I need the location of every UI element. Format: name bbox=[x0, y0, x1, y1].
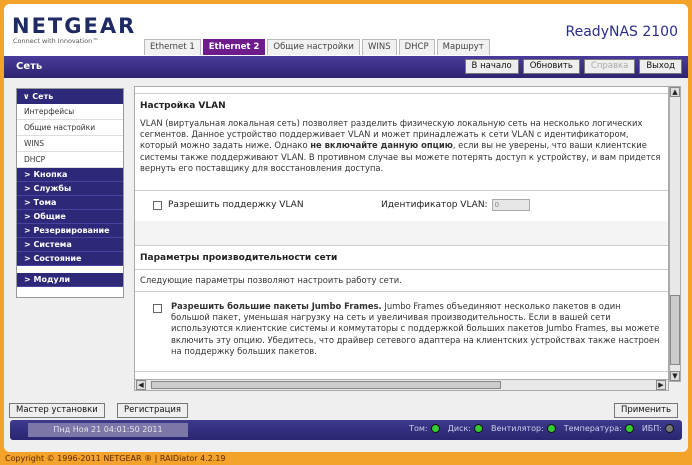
status-label: ИБП: bbox=[641, 424, 662, 433]
sidebar-item-general-settings[interactable]: Общие настройки bbox=[17, 120, 123, 136]
sidebar-item-label: Кнопка bbox=[33, 170, 68, 179]
sidebar-item-modules[interactable]: > Модули bbox=[17, 273, 123, 287]
vlan-description: VLAN (виртуальная локальная сеть) позвол… bbox=[140, 118, 662, 174]
performance-section-title: Параметры производительности сети bbox=[140, 253, 338, 263]
sidebar-item-backup[interactable]: > Резервирование bbox=[17, 224, 123, 238]
tab-ethernet-2[interactable]: Ethernet 2 bbox=[202, 39, 266, 55]
status-indicators: Том: Диск: Вентилятор: Температура: ИБП: bbox=[409, 424, 674, 433]
divider bbox=[135, 245, 668, 246]
logout-button[interactable]: Выход bbox=[639, 59, 682, 74]
status-bar: Пнд Ноя 21 04:01:50 2011 Том: Диск: Вентил… bbox=[10, 420, 682, 440]
divider bbox=[135, 190, 668, 191]
tab-general-settings[interactable]: Общие настройки bbox=[267, 39, 360, 55]
divider bbox=[135, 269, 668, 270]
refresh-button[interactable]: Обновить bbox=[522, 59, 580, 74]
performance-description: Следующие параметры позволяют настроить … bbox=[140, 275, 402, 285]
vlan-section-title: Настройка VLAN bbox=[140, 101, 226, 111]
status-label: Вентилятор: bbox=[491, 424, 544, 433]
register-button[interactable]: Регистрация bbox=[117, 403, 188, 418]
sidebar-item-label: Тома bbox=[33, 198, 57, 207]
tab-ethernet-1[interactable]: Ethernet 1 bbox=[144, 39, 201, 55]
status-indicator-icon bbox=[546, 424, 556, 433]
horizontal-scrollbar[interactable]: ◀ ▶ bbox=[134, 379, 669, 391]
footer: Мастер установки Регистрация Применить П… bbox=[4, 400, 688, 452]
jumbo-frames-description: Разрешить большие пакеты Jumbo Frames. J… bbox=[171, 301, 661, 357]
sidebar-item-label: Общие bbox=[33, 212, 66, 221]
vlan-enable-row: Разрешить поддержку VLAN bbox=[153, 200, 304, 210]
status-label: Температура: bbox=[563, 424, 622, 433]
sidebar-item-system[interactable]: > Система bbox=[17, 238, 123, 252]
sidebar-item-label: Службы bbox=[33, 184, 72, 193]
vlan-id-row: Идентификатор VLAN: 0 bbox=[381, 199, 530, 211]
horizontal-scroll-thumb[interactable] bbox=[151, 381, 501, 389]
header: NETGEAR Connect with Innovation™ ReadyNA… bbox=[4, 4, 688, 56]
netgear-logo: NETGEAR bbox=[12, 14, 137, 38]
datetime-display: Пнд Ноя 21 04:01:50 2011 bbox=[28, 423, 188, 437]
vlan-enable-label: Разрешить поддержку VLAN bbox=[168, 200, 304, 210]
sidebar-item-network[interactable]: ∨ Сеть bbox=[17, 89, 123, 104]
status-temperature[interactable]: Температура: bbox=[564, 424, 634, 433]
status-indicator-icon bbox=[474, 424, 483, 433]
status-ups[interactable]: ИБП: bbox=[642, 424, 674, 433]
jumbo-frames-label: Разрешить большие пакеты Jumbo Frames. bbox=[171, 301, 382, 311]
help-button[interactable]: Справка bbox=[583, 59, 636, 74]
status-indicator-icon bbox=[665, 424, 674, 433]
product-name: ReadyNAS 2100 bbox=[565, 24, 678, 40]
logo-tagline: Connect with Innovation™ bbox=[13, 37, 99, 45]
status-volume[interactable]: Том: bbox=[409, 424, 440, 433]
home-button[interactable]: В начало bbox=[464, 59, 519, 74]
vertical-scrollbar[interactable]: ▲ ▼ bbox=[669, 86, 681, 382]
divider bbox=[135, 371, 668, 372]
status-indicator-icon bbox=[624, 424, 634, 433]
sidebar-item-label: Резервирование bbox=[33, 226, 110, 235]
sidebar-item-label: Состояние bbox=[33, 254, 82, 263]
divider bbox=[135, 291, 668, 292]
sidebar-item-button[interactable]: > Кнопка bbox=[17, 168, 123, 182]
sidebar-item-label: Система bbox=[33, 240, 72, 249]
scroll-right-icon[interactable]: ▶ bbox=[656, 380, 666, 390]
tab-bar: Ethernet 1 Ethernet 2 Общие настройки WI… bbox=[144, 39, 490, 55]
copyright: Copyright © 1996-2011 NETGEAR ® | RAIDia… bbox=[5, 454, 226, 463]
content-area: ∨ Сеть Интерфейсы Общие настройки WINS D… bbox=[4, 78, 688, 400]
vlan-warning-text: не включайте данную опцию bbox=[310, 140, 453, 151]
sidebar-item-services[interactable]: > Службы bbox=[17, 182, 123, 196]
status-label: Диск: bbox=[447, 424, 471, 433]
sidebar-item-dhcp[interactable]: DHCP bbox=[17, 152, 123, 168]
tab-dhcp[interactable]: DHCP bbox=[398, 39, 435, 55]
tab-wins[interactable]: WINS bbox=[361, 39, 397, 55]
app-frame: NETGEAR Connect with Innovation™ ReadyNA… bbox=[4, 4, 688, 452]
tab-route[interactable]: Маршрут bbox=[436, 39, 490, 55]
nav-buttons: В начало Обновить Справка Выход bbox=[464, 59, 682, 74]
section-spacer bbox=[135, 221, 668, 245]
sidebar-item-interfaces[interactable]: Интерфейсы bbox=[17, 104, 123, 120]
vlan-id-field[interactable]: 0 bbox=[491, 199, 530, 211]
scroll-left-icon[interactable]: ◀ bbox=[136, 380, 146, 390]
page-title: Сеть bbox=[16, 61, 43, 72]
jumbo-frames-checkbox[interactable] bbox=[153, 304, 162, 313]
status-label: Том: bbox=[409, 424, 428, 433]
sidebar-item-volumes[interactable]: > Тома bbox=[17, 196, 123, 210]
status-disk[interactable]: Диск: bbox=[448, 424, 483, 433]
vlan-enable-checkbox[interactable] bbox=[153, 200, 162, 210]
setup-wizard-button[interactable]: Мастер установки bbox=[9, 403, 105, 418]
scroll-up-icon[interactable]: ▲ bbox=[670, 87, 680, 97]
navbar: Сеть В начало Обновить Справка Выход bbox=[4, 56, 688, 78]
sidebar-item-label: Модули bbox=[33, 275, 71, 284]
settings-panel: Настройка VLAN VLAN (виртуальная локальн… bbox=[134, 86, 669, 390]
vlan-id-label: Идентификатор VLAN: bbox=[381, 200, 488, 210]
sidebar-item-status[interactable]: > Состояние bbox=[17, 252, 123, 266]
status-indicator-icon bbox=[430, 424, 440, 433]
sidebar: ∨ Сеть Интерфейсы Общие настройки WINS D… bbox=[16, 88, 124, 298]
sidebar-item-shares[interactable]: > Общие bbox=[17, 210, 123, 224]
sidebar-divider bbox=[17, 266, 123, 273]
scroll-down-icon[interactable]: ▼ bbox=[670, 371, 680, 381]
apply-button[interactable]: Применить bbox=[614, 403, 678, 418]
status-fan[interactable]: Вентилятор: bbox=[491, 424, 556, 433]
divider bbox=[135, 93, 668, 94]
sidebar-item-wins[interactable]: WINS bbox=[17, 136, 123, 152]
vertical-scroll-thumb[interactable] bbox=[670, 295, 680, 365]
